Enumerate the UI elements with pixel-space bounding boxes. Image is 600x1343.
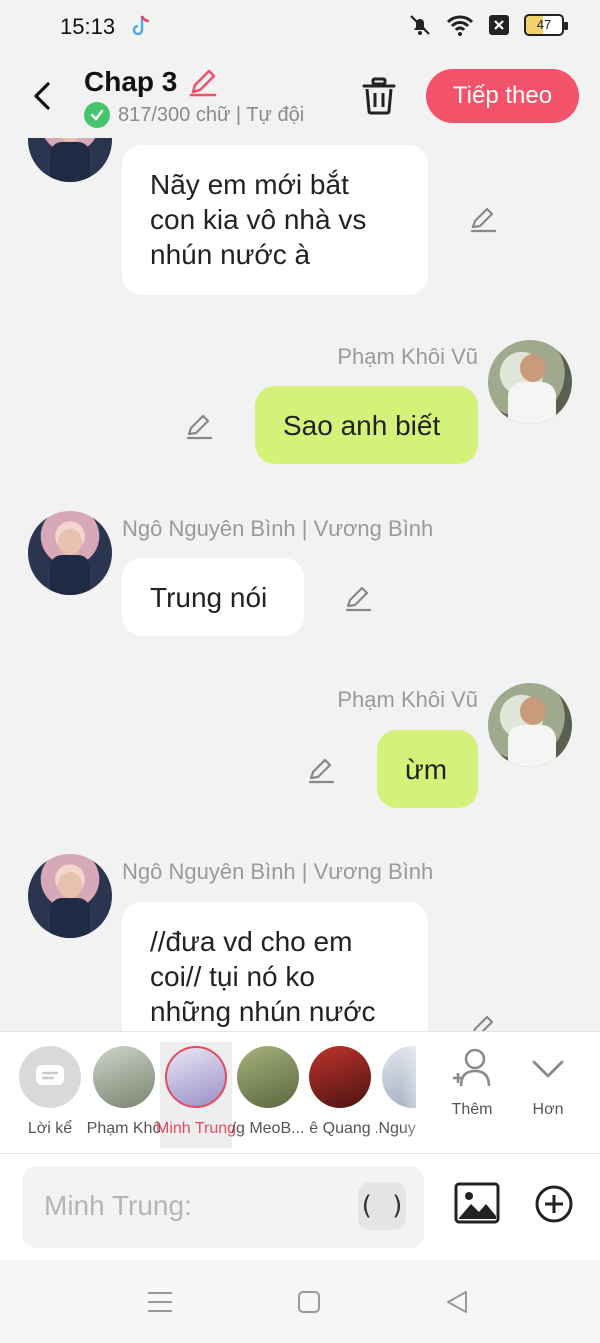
chapter-title-row[interactable]: Chap 3 bbox=[84, 66, 219, 98]
plus-circle-icon[interactable] bbox=[534, 1184, 574, 1224]
image-icon[interactable] bbox=[454, 1182, 500, 1224]
character-label: /g MeoB... bbox=[231, 1120, 305, 1137]
editor-header: Chap 3 817/300 chữ | Tự đội Tiếp theo bbox=[0, 54, 600, 138]
check-circle-icon bbox=[84, 102, 110, 128]
message-bubble[interactable]: Nãy em mới bắt con kia vô nhà vs nhún nư… bbox=[122, 145, 428, 295]
character-selector: Lời kể Phạm Khô Minh Trung /g MeoB... ê … bbox=[0, 1031, 600, 1154]
message-line: coi// tụi nó ko bbox=[150, 961, 315, 992]
message-line: Nãy em mới bắt bbox=[150, 169, 349, 200]
avatar-ngo-nguyen-binh[interactable] bbox=[28, 511, 112, 595]
sender-name: Phạm Khôi Vũ bbox=[337, 344, 478, 369]
next-button[interactable]: Tiếp theo bbox=[426, 69, 579, 123]
message-line: //đưa vd cho em bbox=[150, 926, 353, 957]
character-pham-khoi[interactable]: Phạm Khô bbox=[87, 1042, 161, 1148]
message-bubble[interactable]: Trung nói bbox=[122, 558, 304, 636]
character-avatar bbox=[165, 1046, 227, 1108]
word-count: 817/300 chữ | Tự đội bbox=[118, 103, 305, 126]
home-icon[interactable] bbox=[297, 1290, 321, 1314]
pencil-icon[interactable] bbox=[468, 204, 498, 234]
character-narrator[interactable]: Lời kể bbox=[14, 1042, 86, 1148]
character-avatar bbox=[237, 1046, 299, 1108]
message-text: Sao anh biết bbox=[283, 410, 441, 441]
input-bar: Minh Trung: ( ) bbox=[0, 1153, 600, 1260]
more-button[interactable]: Hơn bbox=[518, 1046, 578, 1119]
add-person-icon bbox=[453, 1048, 491, 1087]
more-label: Hơn bbox=[532, 1101, 564, 1118]
character-label: Lời kể bbox=[27, 1120, 73, 1137]
trash-icon[interactable] bbox=[360, 76, 398, 116]
chat-bubble-icon bbox=[19, 1046, 81, 1108]
message-bubble[interactable]: ừm bbox=[377, 730, 478, 808]
status-bar: 15:13 47 bbox=[0, 0, 600, 54]
status-time: 15:13 bbox=[60, 14, 116, 39]
mute-bell-icon bbox=[410, 15, 430, 35]
chevron-down-icon bbox=[532, 1060, 564, 1078]
message-text: Trung nói bbox=[150, 582, 268, 613]
scroll-fade bbox=[400, 1032, 440, 1154]
system-nav-bar bbox=[0, 1260, 600, 1343]
message-line: nhún nước à bbox=[150, 239, 311, 270]
message-line: những nhún nước bbox=[150, 996, 376, 1027]
pencil-icon[interactable] bbox=[343, 583, 373, 613]
chat-area[interactable]: Nãy em mới bắt con kia vô nhà vs nhún nư… bbox=[0, 138, 600, 1031]
character-minh-trung[interactable]: Minh Trung bbox=[156, 1042, 236, 1148]
character-label: Phạm Khô bbox=[86, 1120, 162, 1137]
input-placeholder: Minh Trung: bbox=[44, 1190, 192, 1221]
character-label: ê Quang bbox=[309, 1120, 371, 1137]
sender-name: Ngô Nguyên Bình | Vương Bình bbox=[122, 859, 434, 884]
pencil-icon[interactable] bbox=[306, 755, 336, 785]
no-sim-icon bbox=[489, 15, 509, 35]
wifi-icon bbox=[446, 15, 474, 36]
sender-name: Phạm Khôi Vũ bbox=[337, 687, 478, 712]
add-character-label: Thêm bbox=[451, 1101, 493, 1118]
tiktok-icon bbox=[132, 15, 150, 36]
pencil-icon[interactable] bbox=[187, 66, 219, 98]
word-count-row: 817/300 chữ | Tự đội bbox=[84, 102, 304, 128]
character-avatar bbox=[93, 1046, 155, 1108]
add-character-button[interactable]: Thêm bbox=[442, 1046, 502, 1119]
avatar-ngo-nguyen-binh[interactable] bbox=[28, 138, 112, 182]
message-text: ừm bbox=[405, 754, 448, 785]
battery-indicator: 47 bbox=[524, 14, 568, 36]
character-label: Minh Trung bbox=[156, 1120, 236, 1137]
character-quang[interactable]: ê Quang bbox=[304, 1042, 376, 1148]
back-arrow-icon[interactable] bbox=[26, 76, 60, 116]
chapter-title[interactable]: Chap 3 bbox=[84, 66, 177, 98]
message-line: con kia vô nhà vs bbox=[150, 204, 367, 235]
menu-icon[interactable] bbox=[147, 1290, 173, 1314]
message-bubble[interactable]: //đưa vd cho em coi// tụi nó ko những nh… bbox=[122, 902, 428, 1031]
character-meob[interactable]: /g MeoB... bbox=[232, 1042, 304, 1148]
pencil-icon[interactable] bbox=[468, 1012, 498, 1031]
message-input[interactable]: Minh Trung: ( ) bbox=[22, 1166, 424, 1248]
character-avatar bbox=[309, 1046, 371, 1108]
avatar-pham-khoi-vu[interactable] bbox=[488, 683, 572, 767]
back-triangle-icon[interactable] bbox=[444, 1289, 470, 1315]
avatar-ngo-nguyen-binh[interactable] bbox=[28, 854, 112, 938]
message-bubble[interactable]: Sao anh biết bbox=[255, 386, 478, 464]
parenthesis-button[interactable]: ( ) bbox=[358, 1182, 406, 1230]
avatar-pham-khoi-vu[interactable] bbox=[488, 340, 572, 424]
pencil-icon[interactable] bbox=[184, 411, 214, 441]
sender-name: Ngô Nguyên Bình | Vương Bình bbox=[122, 516, 434, 541]
